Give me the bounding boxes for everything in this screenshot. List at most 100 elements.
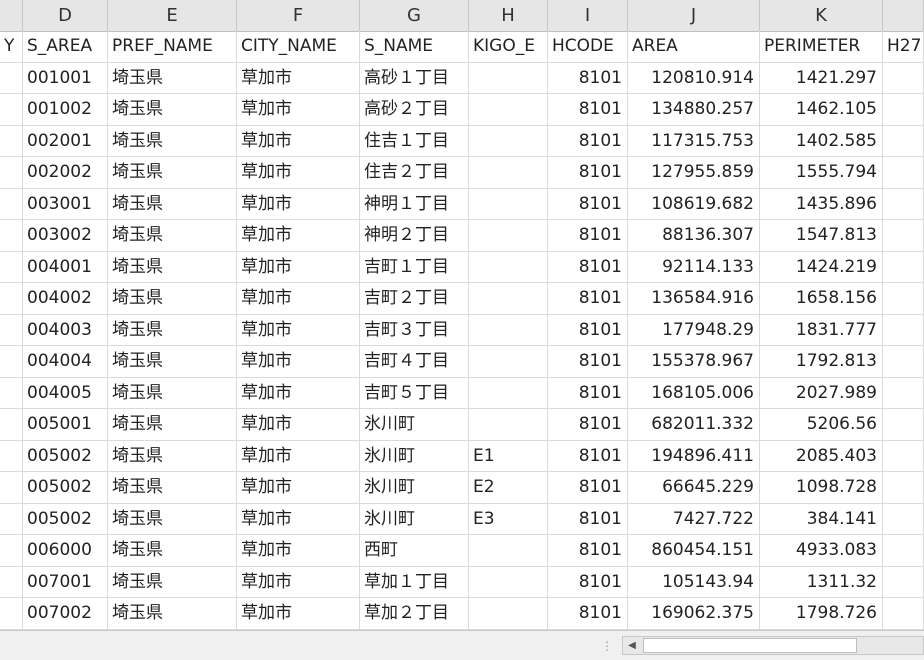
table-cell[interactable] [883,314,924,346]
table-cell[interactable]: 002001 [23,125,108,157]
table-cell[interactable]: 西町 [360,535,469,567]
table-cell[interactable]: 草加市 [237,220,360,252]
table-cell[interactable] [883,440,924,472]
table-cell[interactable] [0,188,23,220]
table-cell[interactable]: 埼玉県 [108,283,237,315]
table-cell[interactable]: 吉町２丁目 [360,283,469,315]
table-cell[interactable]: 埼玉県 [108,377,237,409]
table-cell[interactable]: 004004 [23,346,108,378]
table-cell[interactable]: 8101 [548,251,628,283]
table-cell[interactable] [0,377,23,409]
table-cell[interactable]: 8101 [548,472,628,504]
table-cell[interactable]: 草加市 [237,377,360,409]
table-cell[interactable]: 吉町３丁目 [360,314,469,346]
table-cell[interactable]: 草加市 [237,598,360,630]
table-cell[interactable]: 004003 [23,314,108,346]
table-cell[interactable]: 005002 [23,503,108,535]
table-cell[interactable]: 8101 [548,409,628,441]
table-cell[interactable]: 草加市 [237,94,360,126]
field-header-cell[interactable]: PREF_NAME [108,31,237,63]
table-cell[interactable]: 8101 [548,598,628,630]
table-cell[interactable]: 2085.403 [760,440,883,472]
table-cell[interactable]: 草加市 [237,535,360,567]
field-header-cell[interactable]: PERIMETER [760,31,883,63]
table-cell[interactable]: 8101 [548,283,628,315]
table-cell[interactable]: 105143.94 [628,566,760,598]
splitter-handle-icon[interactable]: ⋮ [601,639,613,653]
table-cell[interactable] [0,440,23,472]
table-cell[interactable] [883,283,924,315]
table-cell[interactable] [0,535,23,567]
table-cell[interactable] [469,94,548,126]
table-cell[interactable]: 1798.726 [760,598,883,630]
table-cell[interactable] [883,503,924,535]
table-cell[interactable] [469,346,548,378]
field-header-cell[interactable]: AREA [628,31,760,63]
table-cell[interactable] [469,62,548,94]
table-cell[interactable]: 埼玉県 [108,346,237,378]
table-cell[interactable]: 8101 [548,125,628,157]
column-letter-1[interactable]: D [23,0,108,31]
table-cell[interactable]: 004005 [23,377,108,409]
table-cell[interactable]: 8101 [548,314,628,346]
table-cell[interactable]: 埼玉県 [108,409,237,441]
table-cell[interactable]: 埼玉県 [108,62,237,94]
column-letter-7[interactable]: J [628,0,760,31]
table-cell[interactable] [0,125,23,157]
scroll-left-arrow-icon[interactable]: ◀ [623,637,641,654]
table-cell[interactable]: 埼玉県 [108,503,237,535]
field-header-cell[interactable]: S_NAME [360,31,469,63]
table-cell[interactable]: 108619.682 [628,188,760,220]
table-cell[interactable]: 1098.728 [760,472,883,504]
table-cell[interactable]: 草加市 [237,62,360,94]
column-letter-2[interactable]: E [108,0,237,31]
table-cell[interactable]: 1555.794 [760,157,883,189]
table-cell[interactable] [469,409,548,441]
table-cell[interactable]: 高砂２丁目 [360,94,469,126]
table-cell[interactable]: 7427.722 [628,503,760,535]
field-header-cell[interactable]: KIGO_E [469,31,548,63]
table-cell[interactable]: 8101 [548,503,628,535]
table-cell[interactable]: 117315.753 [628,125,760,157]
column-letter-4[interactable]: G [360,0,469,31]
table-cell[interactable] [883,535,924,567]
table-cell[interactable]: 草加市 [237,566,360,598]
table-cell[interactable]: 神明２丁目 [360,220,469,252]
table-cell[interactable] [469,598,548,630]
table-cell[interactable]: 001001 [23,62,108,94]
table-cell[interactable]: 005001 [23,409,108,441]
table-cell[interactable]: 004002 [23,283,108,315]
scrollbar-thumb[interactable] [643,638,857,653]
table-cell[interactable]: 5206.56 [760,409,883,441]
table-cell[interactable]: 860454.151 [628,535,760,567]
table-cell[interactable] [883,566,924,598]
table-cell[interactable]: 埼玉県 [108,598,237,630]
table-cell[interactable]: 埼玉県 [108,314,237,346]
table-cell[interactable]: 8101 [548,220,628,252]
table-cell[interactable]: 草加市 [237,409,360,441]
table-cell[interactable]: 8101 [548,377,628,409]
table-cell[interactable]: 埼玉県 [108,188,237,220]
table-cell[interactable] [0,472,23,504]
table-cell[interactable] [883,377,924,409]
table-cell[interactable]: 8101 [548,566,628,598]
table-cell[interactable] [0,283,23,315]
table-cell[interactable]: 1831.777 [760,314,883,346]
table-cell[interactable]: 8101 [548,535,628,567]
table-cell[interactable]: 埼玉県 [108,566,237,598]
field-header-cell[interactable]: Y [0,31,23,63]
table-cell[interactable]: 1462.105 [760,94,883,126]
table-cell[interactable]: 草加市 [237,314,360,346]
table-cell[interactable]: 1421.297 [760,62,883,94]
table-cell[interactable] [0,314,23,346]
table-cell[interactable]: 1547.813 [760,220,883,252]
table-cell[interactable]: 住吉１丁目 [360,125,469,157]
table-cell[interactable] [469,314,548,346]
table-cell[interactable] [469,377,548,409]
table-cell[interactable]: 007002 [23,598,108,630]
column-letter-9[interactable] [883,0,924,31]
table-cell[interactable]: 埼玉県 [108,472,237,504]
table-cell[interactable]: 8101 [548,188,628,220]
table-cell[interactable]: 1658.156 [760,283,883,315]
table-cell[interactable]: 127955.859 [628,157,760,189]
